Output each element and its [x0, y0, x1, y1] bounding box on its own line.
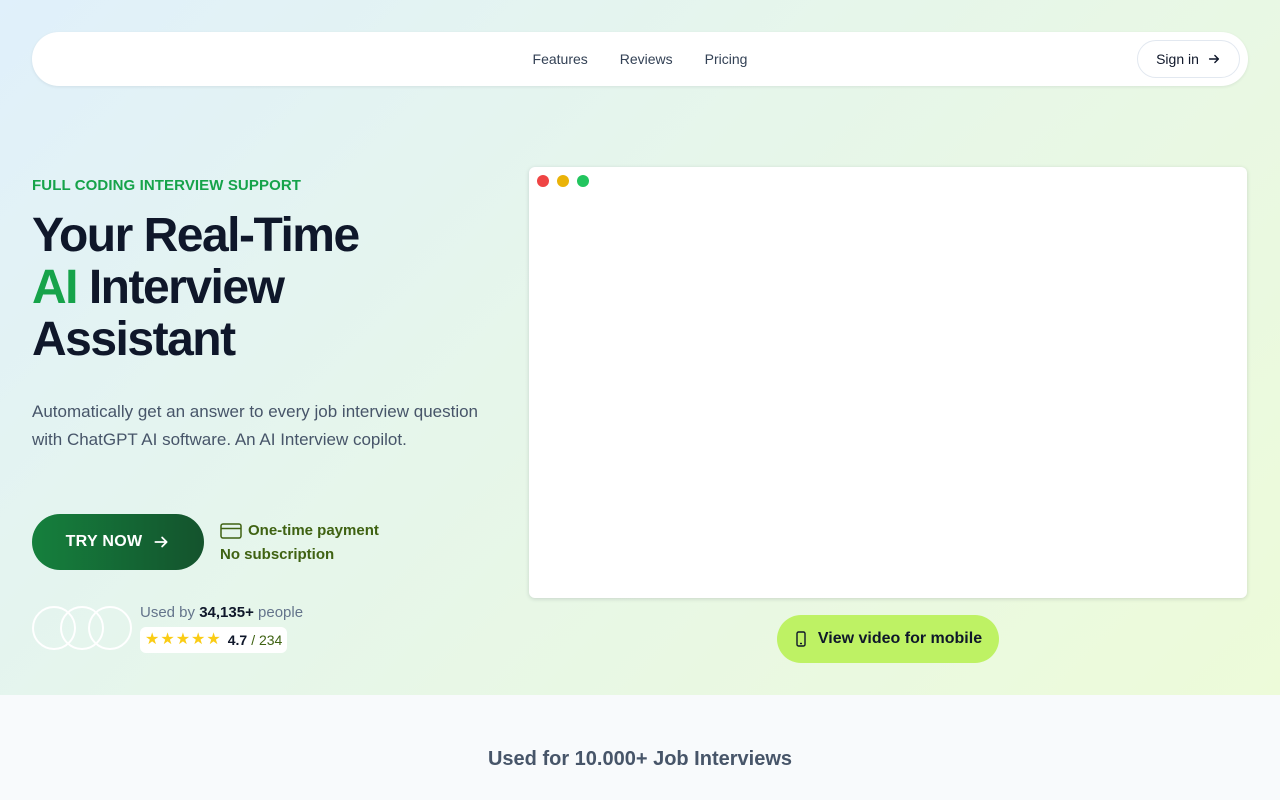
smartphone-icon — [796, 631, 806, 647]
hero-subtext: Automatically get an answer to every job… — [32, 402, 479, 449]
view-mobile-video-label: View video for mobile — [817, 630, 983, 647]
headline-line-2: Interview — [77, 261, 285, 314]
rating-count: / 234 — [251, 632, 283, 648]
window-maximize-dot — [577, 175, 589, 187]
used-by-count: 34,135+ — [199, 604, 254, 621]
star-icon: ★ — [160, 631, 175, 648]
nav-links: Features Reviews Pricing — [32, 32, 1248, 86]
star-icon: ★ — [206, 631, 221, 648]
avatar — [88, 606, 132, 650]
hero-eyebrow: FULL CODING INTERVIEW SUPPORT — [32, 177, 302, 194]
sign-in-label: Sign in — [1156, 51, 1199, 67]
window-minimize-dot — [557, 175, 569, 187]
nav-link-pricing[interactable]: Pricing — [705, 51, 748, 67]
sign-in-button[interactable]: Sign in — [1137, 40, 1240, 78]
arrow-right-icon — [154, 536, 168, 548]
demo-video-window[interactable] — [529, 167, 1247, 598]
user-avatars — [32, 606, 132, 650]
nav-link-features[interactable]: Features — [533, 51, 588, 67]
payment-one-time: One-time payment — [248, 522, 379, 539]
top-navbar: Features Reviews Pricing Sign in — [32, 32, 1248, 86]
rating-value: 4.7 — [227, 632, 248, 648]
star-icon: ★ — [145, 631, 160, 648]
try-now-button[interactable]: TRY NOW — [32, 514, 204, 570]
used-by-text: Used by 34,135+ people — [140, 604, 303, 621]
nav-link-reviews[interactable]: Reviews — [620, 51, 673, 67]
headline-accent: AI — [32, 261, 79, 314]
interviews-section-title: Used for 10.000+ Job Interviews — [487, 748, 793, 770]
used-by-prefix: Used by — [140, 604, 196, 621]
payment-info: One-time payment No subscription — [220, 519, 379, 567]
rating-badge: ★ ★ ★ ★ ★ 4.7 / 234 — [140, 627, 288, 653]
view-mobile-video-button[interactable]: View video for mobile — [777, 615, 999, 663]
hero-headline: Your Real-Time AI Interview Assistant — [32, 210, 502, 366]
try-now-label: TRY NOW — [65, 533, 143, 550]
star-icon: ★ — [191, 631, 206, 648]
hero-section: Features Reviews Pricing Sign in FULL CO… — [0, 0, 1280, 695]
rating-stars: ★ ★ ★ ★ ★ — [145, 632, 221, 648]
window-close-dot — [537, 175, 549, 187]
used-by-suffix: people — [258, 604, 304, 621]
headline-line-1: Your Real-Time — [32, 209, 360, 262]
payment-no-subscription: No subscription — [220, 546, 335, 563]
star-icon: ★ — [175, 631, 191, 648]
credit-card-icon — [220, 523, 242, 539]
arrow-right-icon — [1208, 54, 1219, 64]
headline-line-3: Assistant — [32, 313, 236, 366]
